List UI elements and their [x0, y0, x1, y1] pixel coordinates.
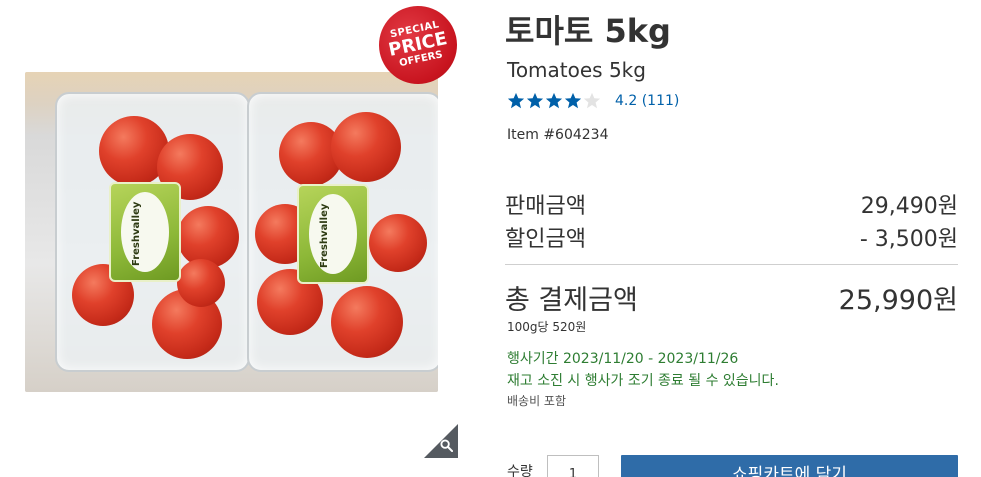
label-brand: Freshvalley [131, 201, 142, 266]
magnifier-icon [440, 439, 453, 452]
star-full-icon [545, 92, 563, 109]
unit-price: 100g당 520원 [507, 320, 587, 334]
tomato [177, 259, 225, 307]
star-rating [507, 92, 601, 110]
product-label-right: Freshvalley [297, 184, 369, 284]
star-full-icon [564, 92, 582, 109]
quantity-input[interactable]: 1 [547, 455, 599, 477]
rating-score: 4.2 [615, 93, 638, 109]
total-price-value: 25,990원 [838, 285, 958, 316]
total-price-row: 총 결제금액 25,990원 [505, 278, 958, 317]
add-to-cart-button[interactable]: 쇼핑카트에 담기 [621, 455, 958, 477]
product-title-korean: 토마토 5kg [505, 12, 671, 50]
tomato [331, 286, 403, 358]
product-label-left: Freshvalley [109, 182, 181, 282]
promotion-notice: 재고 소진 시 행사가 조기 종료 될 수 있습니다. [507, 373, 779, 389]
product-photo[interactable]: Freshvalley Freshvalley [25, 72, 438, 392]
sale-price-row: 판매금액 29,490원 [505, 188, 958, 220]
label-brand: Freshvalley [319, 203, 330, 268]
promotion-period: 행사기간 2023/11/20 - 2023/11/26 [507, 351, 739, 367]
star-empty-icon [583, 92, 601, 109]
tomato-tray-left: Freshvalley [55, 92, 250, 372]
discount-value: - 3,500원 [859, 227, 958, 252]
star-full-icon [507, 92, 525, 109]
rating-value[interactable]: 4.2 (111) [615, 93, 679, 109]
product-image-area: Freshvalley Freshvalley SPECIAL PRICE OF… [0, 0, 470, 477]
sale-price-value: 29,490원 [860, 194, 958, 219]
sale-price-label: 판매금액 [505, 194, 586, 219]
item-number: Item #604234 [507, 127, 609, 143]
rating-row[interactable]: 4.2 (111) [507, 91, 679, 111]
shipping-note: 배송비 포함 [507, 394, 567, 408]
discount-label: 할인금액 [505, 227, 586, 252]
star-full-icon [526, 92, 544, 109]
discount-row: 할인금액 - 3,500원 [505, 221, 958, 253]
review-count: (111) [641, 93, 680, 109]
product-title-english: Tomatoes 5kg [507, 58, 646, 82]
total-price-label: 총 결제금액 [505, 285, 638, 316]
tomato [331, 112, 401, 182]
price-divider [505, 264, 958, 265]
quantity-label: 수량 [507, 464, 533, 477]
zoom-button[interactable] [424, 424, 458, 458]
tomato [177, 206, 239, 268]
tomato [369, 214, 427, 272]
tomato-tray-right: Freshvalley [247, 92, 438, 372]
